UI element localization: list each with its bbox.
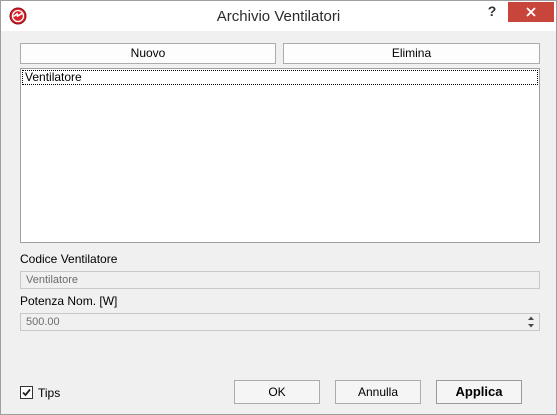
ok-button[interactable]: OK xyxy=(234,380,320,404)
code-label: Codice Ventilatore xyxy=(20,252,118,266)
chevron-down-icon xyxy=(528,324,534,328)
list-item[interactable]: Ventilatore xyxy=(22,70,538,85)
cancel-button[interactable]: Annulla xyxy=(335,380,421,404)
code-field[interactable]: Ventilatore xyxy=(20,271,540,289)
checkmark-icon xyxy=(22,388,31,397)
fan-list[interactable]: Ventilatore xyxy=(20,68,540,243)
tips-label: Tips xyxy=(38,386,61,400)
window-title: Archivio Ventilatori xyxy=(216,8,341,25)
close-icon xyxy=(526,7,536,17)
spin-down-button[interactable] xyxy=(524,322,538,330)
title-bar[interactable]: Archivio Ventilatori ? xyxy=(1,1,556,31)
close-button[interactable] xyxy=(508,2,554,22)
power-label: Potenza Nom. [W] xyxy=(20,294,118,308)
tips-checkbox[interactable] xyxy=(20,386,33,399)
power-field[interactable]: 500.00 xyxy=(20,313,540,331)
delete-button[interactable]: Elimina xyxy=(283,43,540,64)
new-button[interactable]: Nuovo xyxy=(20,43,276,64)
help-button[interactable]: ? xyxy=(479,1,505,23)
chevron-up-icon xyxy=(528,316,534,320)
apply-button[interactable]: Applica xyxy=(436,380,522,404)
spin-up-button[interactable] xyxy=(524,314,538,322)
dialog-window: Archivio Ventilatori ? Nuovo Elimina Ven… xyxy=(0,0,557,415)
